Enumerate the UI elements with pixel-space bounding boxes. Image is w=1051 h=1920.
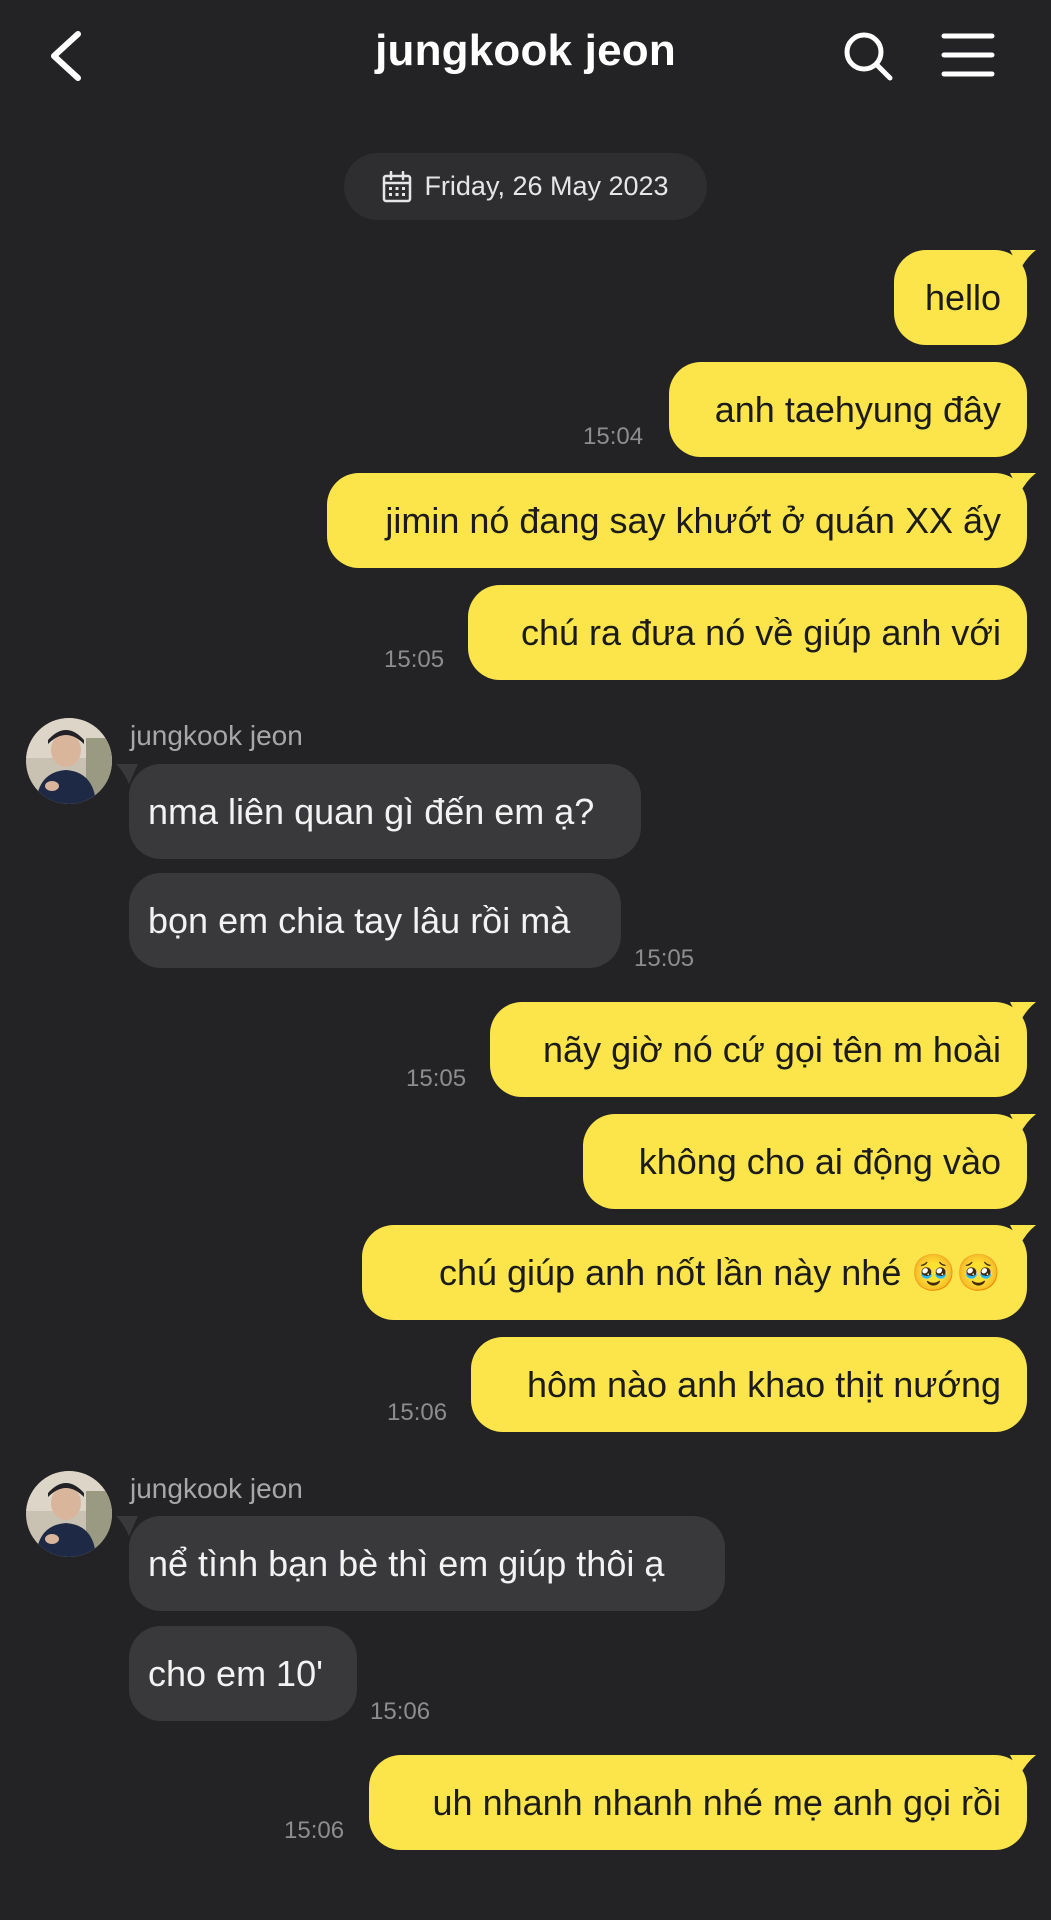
chat-screen: jungkook jeon Friday, 26 May 2023 hello … [0, 0, 1051, 1920]
avatar-photo-icon [26, 1471, 112, 1557]
avatar[interactable] [26, 1471, 112, 1557]
bubble-tail [1010, 1002, 1036, 1022]
outgoing-message-bubble[interactable]: không cho ai động vào [583, 1114, 1027, 1209]
incoming-message-bubble[interactable]: cho em 10' [129, 1626, 357, 1721]
search-button[interactable] [840, 28, 896, 84]
calendar-icon [383, 170, 412, 202]
sender-name: jungkook jeon [130, 1473, 303, 1504]
outgoing-message-bubble[interactable]: chú giúp anh nốt lần này nhé 🥹🥹 [362, 1225, 1027, 1320]
menu-button[interactable] [940, 30, 996, 80]
date-divider: Friday, 26 May 2023 [344, 153, 707, 220]
sender-name: jungkook jeon [130, 720, 303, 751]
bubble-tail [1010, 1114, 1036, 1134]
chat-header: jungkook jeon [0, 0, 1051, 112]
bubble-tail [1010, 473, 1036, 493]
message-timestamp: 15:04 [583, 423, 644, 450]
outgoing-message-bubble[interactable]: nãy giờ nó cứ gọi tên m hoài [490, 1002, 1027, 1097]
bubble-tail [1010, 250, 1036, 270]
outgoing-message-bubble[interactable]: jimin nó đang say khướt ở quán XX ấy [327, 473, 1027, 568]
incoming-message-bubble[interactable]: nma liên quan gì đến em ạ? [129, 764, 641, 859]
bubble-tail [1010, 1755, 1036, 1775]
outgoing-message-bubble[interactable]: anh taehyung đây [669, 362, 1027, 457]
message-timestamp: 15:05 [634, 945, 695, 972]
bubble-tail [1010, 1225, 1036, 1245]
incoming-message-bubble[interactable]: nể tình bạn bè thì em giúp thôi ạ [129, 1516, 725, 1611]
message-timestamp: 15:06 [370, 1698, 431, 1725]
search-icon [844, 32, 893, 81]
bubble-tail [116, 764, 138, 784]
message-timestamp: 15:05 [384, 646, 445, 673]
avatar[interactable] [26, 718, 112, 804]
hamburger-menu-icon [941, 33, 995, 77]
message-timestamp: 15:06 [284, 1817, 345, 1844]
outgoing-message-bubble[interactable]: hôm nào anh khao thịt nướng [471, 1337, 1027, 1432]
bubble-tail [116, 1516, 138, 1536]
avatar-photo-icon [26, 718, 112, 804]
outgoing-message-bubble[interactable]: hello [894, 250, 1027, 345]
incoming-message-bubble[interactable]: bọn em chia tay lâu rồi mà [129, 873, 621, 968]
message-timestamp: 15:05 [406, 1065, 467, 1092]
outgoing-message-bubble[interactable]: uh nhanh nhanh nhé mẹ anh gọi rồi [369, 1755, 1027, 1850]
message-timestamp: 15:06 [387, 1399, 448, 1426]
date-divider-label: Friday, 26 May 2023 [424, 171, 669, 201]
outgoing-message-bubble[interactable]: chú ra đưa nó về giúp anh với [468, 585, 1027, 680]
